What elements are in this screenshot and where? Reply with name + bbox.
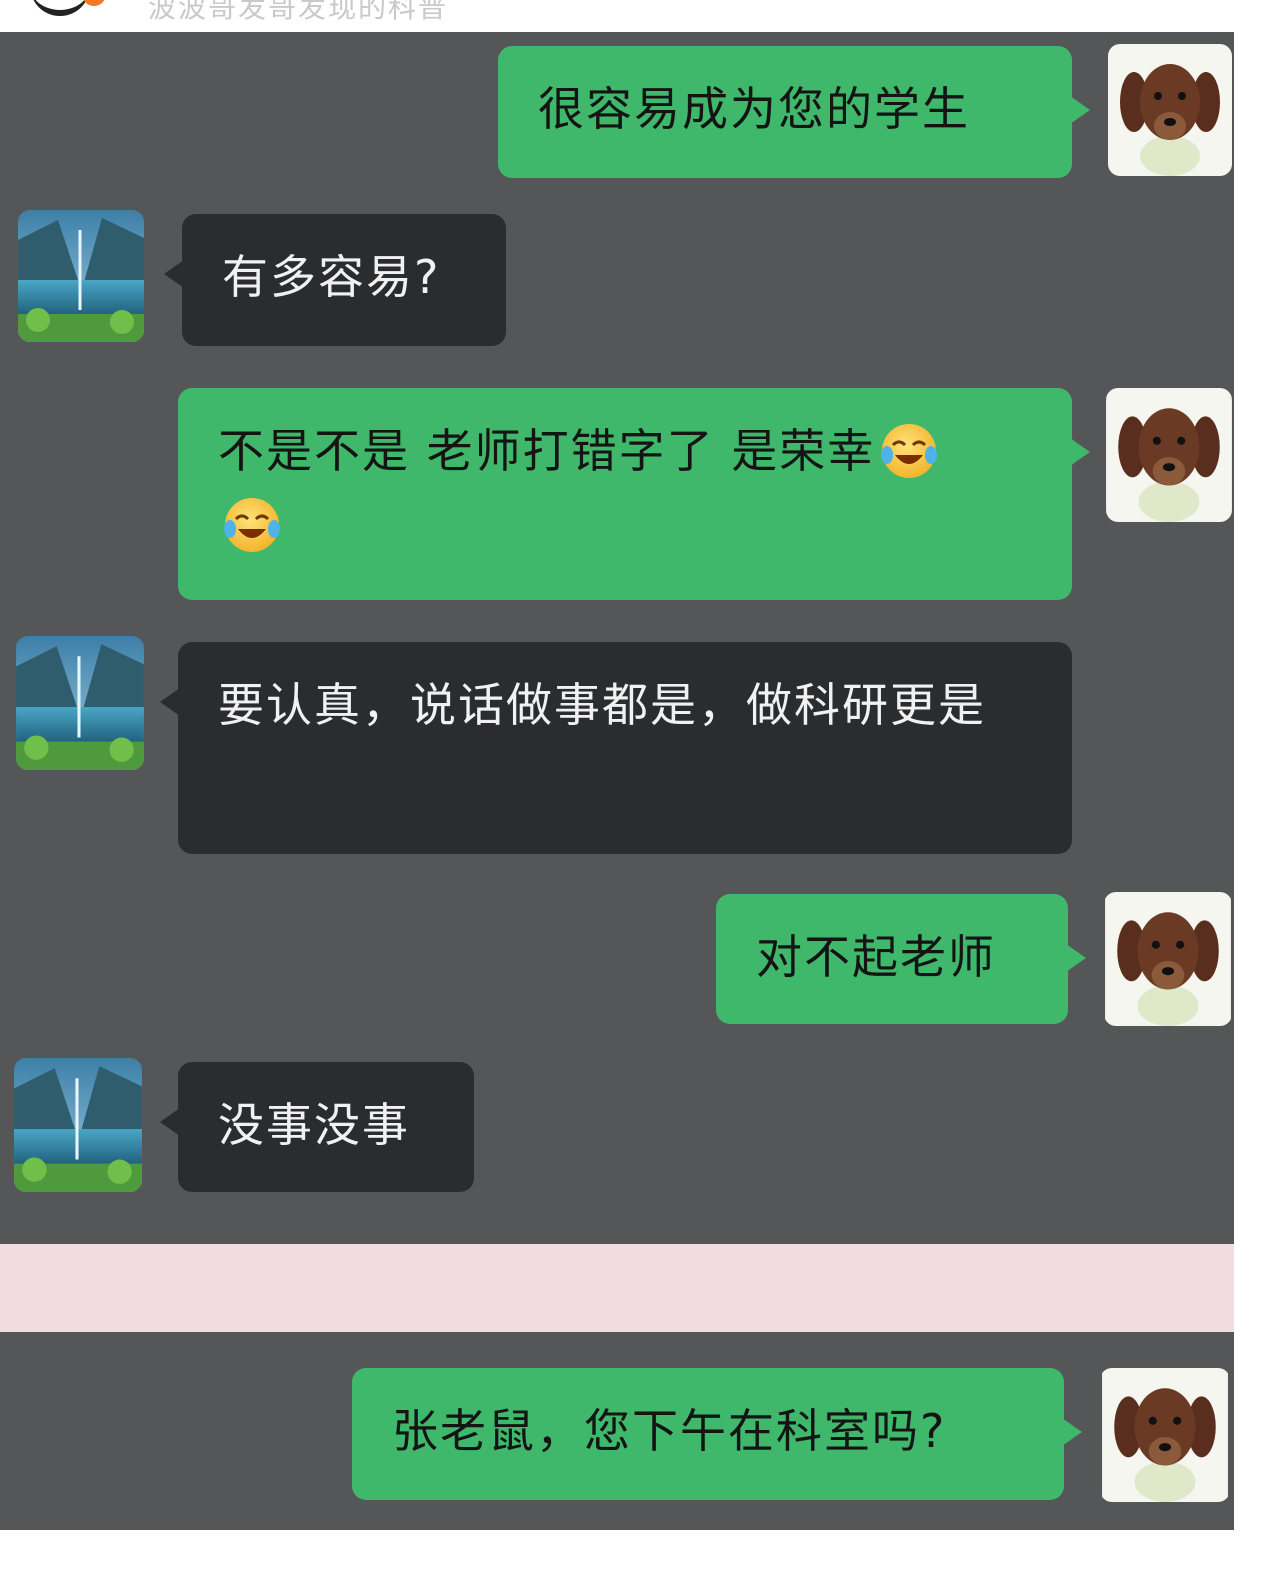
dog-avatar[interactable] <box>1100 1368 1230 1502</box>
message-bubble-outgoing[interactable]: 不是不是 老师打错字了 是荣幸 <box>178 388 1090 600</box>
message-text: 没事没事 <box>218 1098 410 1152</box>
message-text: 有多容易? <box>222 250 441 304</box>
landscape-avatar[interactable] <box>16 636 144 770</box>
app-logo-dot-icon <box>82 0 106 6</box>
message-text: 对不起老师 <box>756 930 996 984</box>
message-bubble-incoming[interactable]: 要认真，说话做事都是，做科研更是 <box>160 642 1072 854</box>
dog-avatar[interactable] <box>1106 388 1232 522</box>
message-bubble-outgoing[interactable]: 对不起老师 <box>716 894 1086 1024</box>
laughing-crying-emoji-icon <box>222 495 282 555</box>
message-text: 很容易成为您的学生 <box>538 82 970 136</box>
bottom-bar <box>0 1530 1280 1579</box>
message-text: 张老鼠，您下午在科室吗? <box>392 1404 947 1458</box>
top-bar-text: 波波哥发哥发现的科普 <box>148 0 449 24</box>
dog-avatar[interactable] <box>1108 44 1232 176</box>
message-bubble-outgoing[interactable]: 张老鼠，您下午在科室吗? <box>352 1368 1082 1500</box>
laughing-crying-emoji-icon <box>879 421 939 481</box>
top-bar: 波波哥发哥发现的科普 <box>0 0 1280 32</box>
divider-strip <box>0 1244 1234 1332</box>
app-logo-icon <box>30 0 90 16</box>
landscape-avatar[interactable] <box>14 1058 142 1192</box>
message-bubble-incoming[interactable]: 有多容易? <box>164 214 506 346</box>
chat-screenshot: 很容易成为您的学生 有多容易? 不是不是 老师打错字了 是荣幸 要认真，说话做事… <box>0 32 1234 1530</box>
message-text: 要认真，说话做事都是，做科研更是 <box>218 678 986 732</box>
dog-avatar[interactable] <box>1104 892 1232 1026</box>
landscape-avatar[interactable] <box>18 210 144 342</box>
message-bubble-outgoing[interactable]: 很容易成为您的学生 <box>498 46 1090 178</box>
message-text: 不是不是 老师打错字了 是荣幸 <box>218 424 876 478</box>
message-bubble-incoming[interactable]: 没事没事 <box>160 1062 474 1192</box>
